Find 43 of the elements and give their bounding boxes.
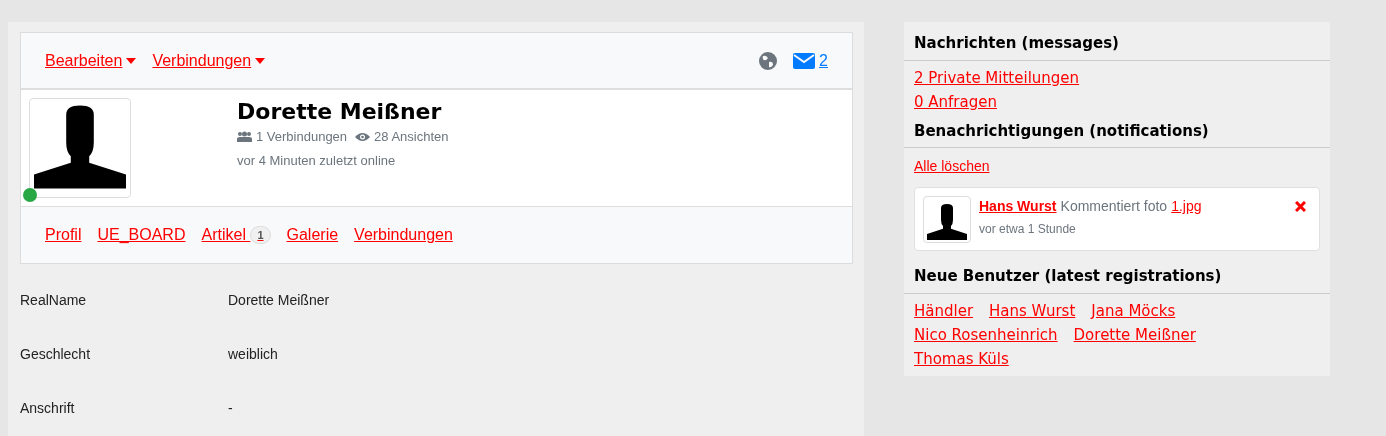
profile-tab[interactable]: Profil: [45, 223, 82, 247]
eye-icon: [355, 131, 371, 142]
message-link[interactable]: 2 Private Mitteilungen: [914, 65, 1080, 90]
clear-all-link[interactable]: Alle löschen: [914, 158, 990, 174]
notification-time: vor etwa 1 Stunde: [979, 221, 1077, 238]
users-icon: [237, 131, 252, 143]
message-link[interactable]: 0 Anfragen: [914, 89, 997, 114]
envelope-icon: [793, 52, 816, 69]
messages-link[interactable]: 2: [793, 48, 828, 73]
file-link[interactable]: 1.jpg: [1171, 196, 1202, 217]
field-label: Anschrift: [20, 398, 76, 418]
field-value: -: [228, 398, 233, 418]
count-badge: 1: [250, 226, 271, 244]
user-link[interactable]: Dorette Meißner: [1073, 322, 1196, 347]
caret-icon: [126, 57, 137, 64]
user-link[interactable]: Hans Wurst: [979, 196, 1057, 217]
connections-count: 1 Verbindungen: [256, 128, 348, 146]
user-link[interactable]: Händler: [914, 298, 974, 323]
section-heading: Neue Benutzer (latest registrations): [904, 251, 1330, 294]
views-count: 28 Ansichten: [374, 128, 449, 146]
globe-icon[interactable]: [759, 51, 778, 70]
field-label: RealName: [20, 290, 88, 310]
profile-tab[interactable]: Galerie: [286, 223, 339, 247]
profile-tab[interactable]: Verbindungen: [354, 223, 453, 247]
notification-text: Kommentiert foto: [1060, 197, 1168, 216]
field-value: Dorette Meißner: [228, 290, 330, 310]
user-link[interactable]: Thomas Küls: [914, 346, 1009, 371]
profile-tab[interactable]: UE_BOARD: [97, 223, 186, 247]
field-value: weiblich: [228, 344, 278, 364]
user-link[interactable]: Jana Möcks: [1091, 298, 1176, 323]
user-link[interactable]: Hans Wurst: [989, 298, 1076, 323]
profile-name: Dorette Meißner: [237, 99, 443, 125]
caret-icon: [255, 57, 266, 64]
avatar-silhouette: [927, 202, 967, 242]
dropdown-menu[interactable]: Bearbeiten: [45, 48, 137, 73]
dropdown-menu[interactable]: Verbindungen: [152, 48, 266, 73]
profile-tab[interactable]: Artikel 1: [201, 223, 271, 247]
section-heading: Nachrichten (messages): [904, 22, 1330, 61]
close-icon[interactable]: [1295, 201, 1306, 212]
user-link[interactable]: Nico Rosenheinrich: [914, 322, 1058, 347]
field-label: Geschlecht: [20, 344, 92, 364]
section-heading: Benachrichtigungen (notifications): [904, 113, 1330, 148]
last-online-text: vor 4 Minuten zuletzt online: [237, 151, 397, 170]
